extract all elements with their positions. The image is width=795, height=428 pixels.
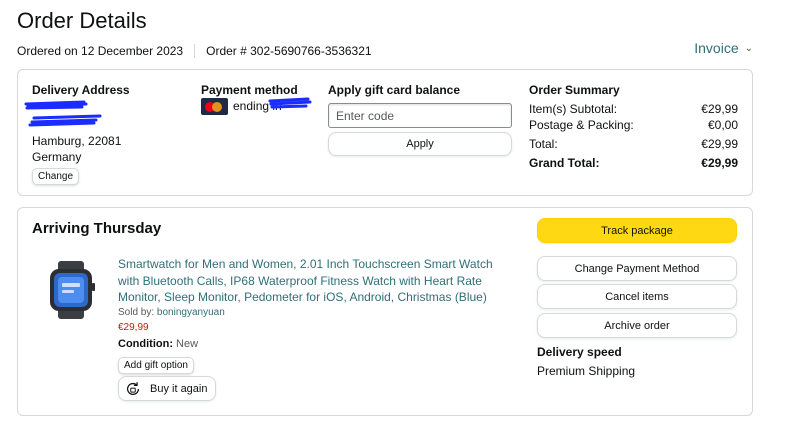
condition-value: New — [176, 338, 199, 350]
product-title-link[interactable]: Smartwatch for Men and Women, 2.01 Inch … — [118, 256, 513, 306]
delivery-speed-title: Delivery speed — [537, 345, 622, 359]
divider — [194, 44, 196, 58]
summary-label: Postage & Packing: — [529, 118, 634, 132]
summary-value: €29,99 — [701, 156, 738, 170]
delivery-city: Hamburg, 22081 — [32, 134, 122, 148]
summary-row-subtotal: Item(s) Subtotal: €29,99 — [529, 102, 738, 116]
gift-card-title: Apply gift card balance — [328, 83, 461, 97]
archive-order-button[interactable]: Archive order — [537, 313, 737, 338]
summary-row-total: Total: €29,99 — [529, 137, 738, 151]
chevron-down-icon: ⌄ — [744, 42, 753, 54]
change-address-button[interactable]: Change — [32, 168, 80, 185]
delivery-country: Germany — [32, 150, 82, 164]
summary-row-grand-total: Grand Total: €29,99 — [529, 156, 738, 170]
item-price: €29,99 — [118, 322, 149, 333]
mastercard-icon — [201, 98, 228, 115]
invoice-dropdown[interactable]: Invoice ⌄ — [694, 40, 753, 56]
arriving-title: Arriving Thursday — [32, 220, 162, 237]
summary-value: €29,99 — [701, 102, 738, 116]
invoice-label: Invoice — [694, 40, 739, 56]
product-image-smartwatch[interactable] — [44, 261, 100, 319]
delivery-address-title: Delivery Address — [32, 83, 130, 97]
summary-value: €0,00 — [707, 118, 738, 132]
order-number: Order # 302-5690766-3536321 — [206, 44, 372, 58]
apply-gift-card-button[interactable]: Apply — [328, 132, 512, 156]
order-summary-title: Order Summary — [529, 83, 620, 97]
track-package-button[interactable]: Track package — [537, 218, 737, 243]
condition-label: Condition: — [118, 338, 173, 350]
delivery-speed-value: Premium Shipping — [537, 364, 636, 378]
summary-label: Total: — [529, 137, 558, 151]
redacted-card-scribble — [268, 97, 312, 109]
order-date: Ordered on 12 December 2023 — [17, 44, 184, 58]
gift-code-input[interactable] — [328, 103, 512, 128]
page-title: Order Details — [17, 8, 147, 33]
summary-label: Item(s) Subtotal: — [529, 102, 618, 116]
summary-label: Grand Total: — [529, 156, 600, 170]
buy-it-again-button[interactable]: Buy it again — [118, 376, 216, 401]
buy-it-again-label: Buy it again — [150, 382, 208, 395]
buy-again-icon — [126, 381, 140, 395]
order-meta: Ordered on 12 December 2023 Order # 302-… — [17, 44, 372, 58]
item-condition: Condition: New — [118, 338, 198, 350]
summary-row-postage: Postage & Packing: €0,00 — [529, 118, 738, 132]
change-payment-method-button[interactable]: Change Payment Method — [537, 256, 737, 281]
payment-method-title: Payment method — [201, 83, 298, 97]
add-gift-option-button[interactable]: Add gift option — [118, 357, 194, 374]
sold-by-label: Sold by: — [118, 307, 155, 318]
summary-value: €29,99 — [701, 137, 738, 151]
redacted-name-scribble — [24, 100, 102, 127]
sold-by: Sold by: boningyanyuan — [118, 307, 225, 318]
cancel-items-button[interactable]: Cancel items — [537, 284, 737, 309]
seller-link[interactable]: boningyanyuan — [157, 307, 225, 318]
